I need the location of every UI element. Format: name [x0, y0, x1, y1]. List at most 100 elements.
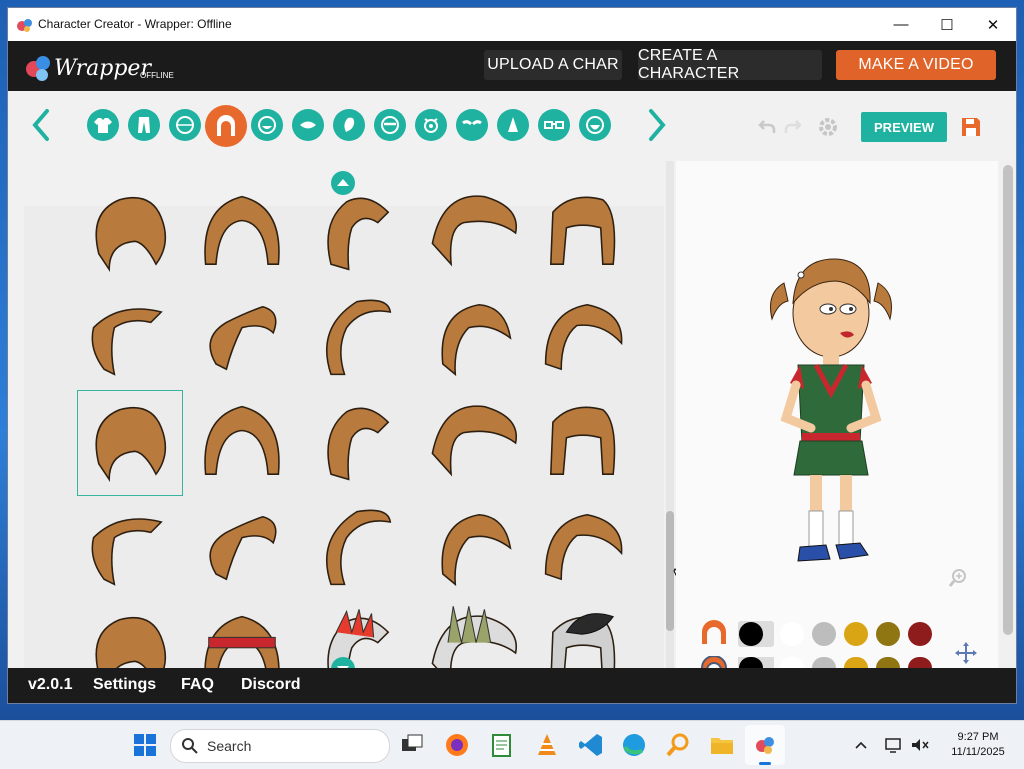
- scroll-up-icon[interactable]: [331, 171, 355, 195]
- hair-option[interactable]: [422, 496, 526, 600]
- preview-button[interactable]: PREVIEW: [861, 112, 947, 142]
- swatch-gold-2[interactable]: [844, 657, 868, 668]
- hair-option[interactable]: [530, 601, 634, 668]
- firefox-icon[interactable]: [443, 731, 471, 759]
- system-clock[interactable]: 9:27 PM 11/11/2025: [940, 730, 1016, 760]
- swatch-olive-2[interactable]: [876, 657, 900, 668]
- save-icon[interactable]: [960, 116, 982, 138]
- swatch-white-2[interactable]: [780, 657, 804, 668]
- hair-option[interactable]: [190, 601, 294, 668]
- window-scrollbar[interactable]: [1000, 161, 1016, 668]
- hair-option[interactable]: [305, 286, 409, 390]
- edge-icon[interactable]: [620, 731, 648, 759]
- swatch-darkred[interactable]: [908, 622, 932, 646]
- start-icon[interactable]: [133, 733, 157, 757]
- ear-icon[interactable]: [333, 109, 365, 141]
- notepad-icon[interactable]: [488, 731, 516, 759]
- glasses-shape-icon[interactable]: [456, 109, 488, 141]
- hair-option[interactable]: [305, 496, 409, 600]
- clock-time: 9:27 PM: [957, 731, 999, 743]
- window-scrollbar-thumb[interactable]: [1003, 165, 1013, 635]
- taskbar-search[interactable]: Search: [170, 729, 390, 763]
- shirt-icon[interactable]: [87, 109, 119, 141]
- vlc-icon[interactable]: [533, 731, 561, 759]
- display-icon[interactable]: [884, 735, 904, 755]
- faq-link[interactable]: FAQ: [181, 676, 214, 694]
- hair-icon[interactable]: [205, 105, 247, 147]
- task-view-icon[interactable]: [398, 731, 426, 759]
- beard-icon[interactable]: [579, 109, 611, 141]
- swatch-gold[interactable]: [844, 622, 868, 646]
- hair-option[interactable]: [190, 496, 294, 600]
- create-character-button[interactable]: CREATE A CHARACTER: [638, 47, 822, 82]
- vscode-icon[interactable]: [577, 731, 605, 759]
- logo-graphic: Wrapper OFFLINE: [26, 56, 174, 81]
- clock-date: 11/11/2025: [951, 746, 1005, 758]
- hair-option[interactable]: [190, 181, 294, 285]
- pants-icon[interactable]: [128, 109, 160, 141]
- hair-option[interactable]: [530, 391, 634, 495]
- magnifier-app-icon[interactable]: [664, 731, 692, 759]
- maximize-button[interactable]: ☐: [924, 8, 970, 41]
- speaker-muted-icon[interactable]: [910, 735, 930, 755]
- hair-option[interactable]: [190, 391, 294, 495]
- grid-scrollbar[interactable]: [666, 161, 674, 668]
- hair-option[interactable]: [305, 601, 409, 668]
- app-window: Character Creator - Wrapper: Offline — ☐…: [8, 8, 1016, 703]
- head-icon[interactable]: [169, 109, 201, 141]
- hair-option[interactable]: [305, 181, 409, 285]
- upload-char-button[interactable]: UPLOAD A CHAR: [484, 50, 622, 80]
- hair-option[interactable]: [422, 181, 526, 285]
- prev-arrow-icon[interactable]: [30, 107, 52, 143]
- swatch-white[interactable]: [780, 622, 804, 646]
- move-icon[interactable]: [954, 641, 978, 665]
- eye-icon[interactable]: [415, 109, 447, 141]
- hair-option[interactable]: [78, 286, 182, 390]
- minimize-button[interactable]: —: [878, 8, 924, 41]
- mouth-icon[interactable]: [292, 109, 324, 141]
- hair-option-selected[interactable]: [77, 390, 183, 496]
- nose-icon[interactable]: [497, 109, 529, 141]
- hair-option[interactable]: [422, 601, 526, 668]
- next-arrow-icon[interactable]: [646, 107, 668, 143]
- swatch-olive[interactable]: [876, 622, 900, 646]
- hair-option[interactable]: [530, 181, 634, 285]
- maximize-icon: ☐: [940, 16, 954, 34]
- minimize-icon: —: [893, 16, 909, 33]
- chevron-up-icon[interactable]: [853, 737, 869, 753]
- hair-option[interactable]: [305, 391, 409, 495]
- hair-option[interactable]: [78, 601, 182, 668]
- file-explorer-icon[interactable]: [708, 731, 736, 759]
- swatch-black[interactable]: [739, 622, 763, 646]
- hair-option[interactable]: [422, 286, 526, 390]
- hair-option[interactable]: [422, 391, 526, 495]
- face-icon[interactable]: [251, 109, 283, 141]
- character-preview-panel: [676, 161, 998, 670]
- discord-link[interactable]: Discord: [241, 676, 301, 694]
- close-button[interactable]: ✕: [970, 8, 1016, 41]
- make-video-button[interactable]: MAKE A VIDEO: [836, 50, 996, 80]
- goggles-icon[interactable]: [538, 109, 570, 141]
- app-icon: [17, 19, 32, 32]
- eyebrow-icon[interactable]: [374, 109, 406, 141]
- redo-icon[interactable]: [784, 117, 802, 135]
- hair-option[interactable]: [78, 181, 182, 285]
- hair-option[interactable]: [530, 496, 634, 600]
- taskbar: Search 9:27 PM 11/11/2025: [0, 720, 1024, 769]
- wrapper-taskbar-button[interactable]: [745, 725, 785, 765]
- zoom-in-icon[interactable]: [948, 568, 968, 588]
- swatch-gray[interactable]: [812, 622, 836, 646]
- undo-icon[interactable]: [758, 117, 776, 135]
- settings-link[interactable]: Settings: [93, 676, 156, 694]
- swatch-gray-2[interactable]: [812, 657, 836, 668]
- hair-color-icon: [702, 620, 726, 644]
- hair-option[interactable]: [530, 286, 634, 390]
- close-icon: ✕: [986, 16, 1000, 34]
- hair-option[interactable]: [190, 286, 294, 390]
- main-area: PREVIEW: [8, 91, 1016, 681]
- swatch-darkred-2[interactable]: [908, 657, 932, 668]
- logo-text: Wrapper: [54, 56, 152, 81]
- hair-option[interactable]: [78, 496, 182, 600]
- gear-icon[interactable]: [816, 115, 840, 139]
- wrapper-logo[interactable]: Wrapper OFFLINE: [22, 50, 192, 84]
